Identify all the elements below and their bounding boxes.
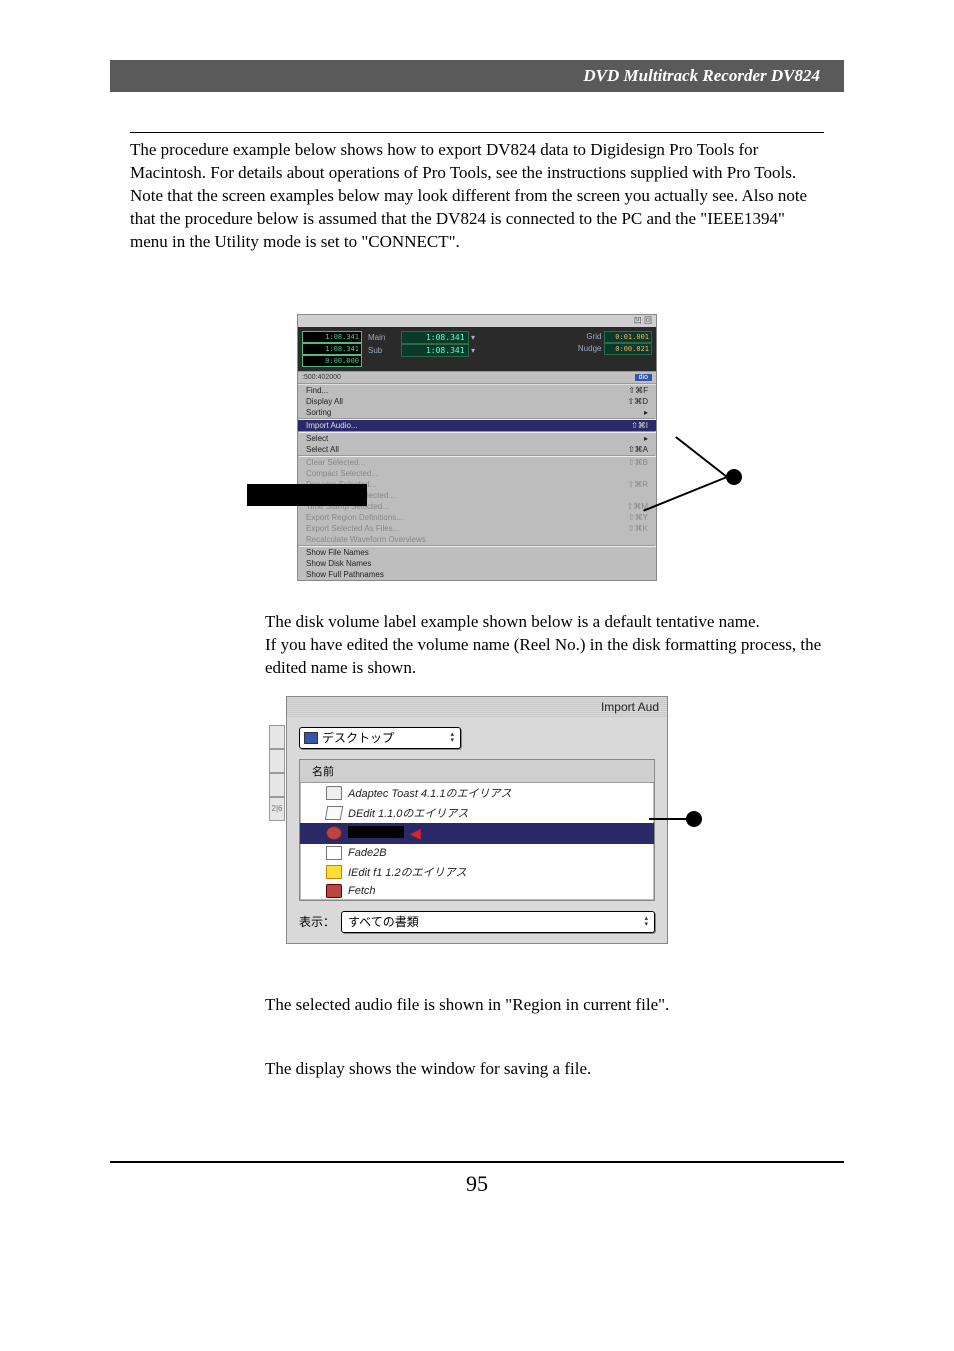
caption-2: The selected audio file is shown in "Reg… bbox=[265, 994, 824, 1017]
side-tabs: 2|6 bbox=[269, 725, 285, 821]
doc-icon bbox=[326, 846, 342, 860]
intro-paragraph: The procedure example below shows how to… bbox=[130, 139, 824, 254]
folder-icon bbox=[326, 786, 342, 800]
sub-label: Sub bbox=[368, 346, 398, 355]
menu-item[interactable]: Show Full Pathnames bbox=[298, 569, 656, 580]
list-item[interactable]: IEdit f1 1.2のエイリアス bbox=[300, 862, 654, 882]
nudge-label: Nudge bbox=[569, 344, 601, 353]
list-item[interactable]: Adaptec Toast 4.1.1のエイリアス bbox=[300, 783, 654, 803]
list-item-label: Adaptec Toast 4.1.1のエイリアス bbox=[348, 785, 511, 801]
menu-item: Compact Selected... bbox=[298, 468, 656, 479]
audio-regions-menu[interactable]: Find...⇧⌘FDisplay All⇧⌘DSorting▸ Import A… bbox=[298, 384, 656, 580]
dialog-title: Import Aud bbox=[287, 697, 667, 717]
updown-icon: ▴ ▾ bbox=[644, 916, 648, 928]
menu-item[interactable]: Show File Names bbox=[298, 547, 656, 558]
side-tab bbox=[269, 773, 285, 797]
location-value: デスクトップ bbox=[322, 729, 394, 746]
footer-rule bbox=[110, 1161, 844, 1163]
menu-item: Export Selected As Files...⇧⌘K bbox=[298, 523, 656, 534]
bedit-icon bbox=[326, 865, 342, 879]
list-item[interactable]: ▷◀ bbox=[300, 823, 654, 844]
callout-line bbox=[675, 436, 727, 478]
caption-3: The display shows the window for saving … bbox=[265, 1058, 824, 1081]
list-item[interactable]: DEdit 1.1.0のエイリアス bbox=[300, 803, 654, 823]
disk-icon bbox=[326, 826, 342, 840]
show-filter-popup[interactable]: すべての書類 ▴ ▾ bbox=[341, 911, 655, 933]
show-label: 表示： bbox=[299, 913, 335, 930]
callout-dot bbox=[726, 469, 742, 485]
side-tab: 2|6 bbox=[269, 797, 285, 821]
list-item-label: IEdit f1 1.2のエイリアス bbox=[348, 864, 467, 880]
side-tab bbox=[269, 749, 285, 773]
menu-item[interactable]: Find...⇧⌘F bbox=[298, 385, 656, 396]
callout-line bbox=[649, 818, 687, 820]
updown-icon bbox=[450, 732, 454, 744]
menu-item[interactable]: Display All⇧⌘D bbox=[298, 396, 656, 407]
grid-value: 0:01.001 bbox=[604, 331, 652, 343]
side-tab bbox=[269, 725, 285, 749]
protools-screenshot: 凹 回 1:08.341 1:08.341 0:00.000 Main 1:08… bbox=[297, 314, 657, 581]
sub-counter: 1:08.341 bbox=[401, 344, 469, 357]
desktop-icon bbox=[304, 732, 318, 744]
menu-item[interactable]: Sorting▸ bbox=[298, 407, 656, 418]
location-popup[interactable]: デスクトップ bbox=[299, 727, 461, 749]
rule-top bbox=[130, 132, 824, 133]
pointer-arrow-icon: ◀ bbox=[404, 825, 421, 841]
list-item-label: Fade2B bbox=[348, 847, 387, 859]
menu-item: Recalculate Waveform Overviews bbox=[298, 534, 656, 545]
track-header: dio bbox=[635, 374, 652, 381]
dog-icon bbox=[326, 884, 342, 898]
redaction-bar bbox=[348, 826, 404, 838]
menu-item: Clear Selected...⇧⌘B bbox=[298, 457, 656, 468]
import-audio-dialog: 2|6 Import Aud デスクトップ 名前 Adaptec Toast 4… bbox=[286, 696, 668, 944]
menu-item: Export Region Definitions...⇧⌘Y bbox=[298, 512, 656, 523]
redaction-bar bbox=[247, 484, 367, 506]
menu-item[interactable]: Show Disk Names bbox=[298, 558, 656, 569]
window-controls: 凹 回 bbox=[298, 315, 656, 327]
show-filter-value: すべての書類 bbox=[348, 913, 419, 930]
menu-item[interactable]: Select▸ bbox=[298, 433, 656, 444]
app-icon bbox=[325, 806, 343, 820]
ruler: :50 0:40 2000 dio bbox=[298, 371, 656, 384]
list-item-label: Fetch bbox=[348, 885, 376, 897]
column-header-name: 名前 bbox=[300, 760, 654, 783]
list-item-label: ◀ bbox=[348, 825, 421, 842]
file-list[interactable]: 名前 Adaptec Toast 4.1.1のエイリアス DEdit 1.1.0の… bbox=[299, 759, 655, 901]
nudge-value: 0:00.021 bbox=[604, 343, 652, 355]
disclosure-icon[interactable]: ▷ bbox=[310, 828, 320, 839]
main-counter: 1:08.341 bbox=[401, 331, 469, 344]
callout-dot bbox=[686, 811, 702, 827]
header-title: DVD Multitrack Recorder DV824 bbox=[110, 60, 844, 92]
list-item[interactable]: Fetch bbox=[300, 882, 654, 900]
list-item[interactable]: Fade2B bbox=[300, 844, 654, 862]
caption-1: The disk volume label example shown belo… bbox=[265, 611, 824, 680]
counter-readouts: 1:08.341 1:08.341 0:00.000 bbox=[302, 331, 362, 367]
grid-label: Grid bbox=[569, 332, 601, 341]
list-item-label: DEdit 1.1.0のエイリアス bbox=[348, 805, 468, 821]
menu-item[interactable]: Select All⇧⌘A bbox=[298, 444, 656, 455]
main-label: Main bbox=[368, 333, 398, 342]
page-number: 95 bbox=[0, 1171, 954, 1197]
menu-item[interactable]: Import Audio...⇧⌘I bbox=[298, 420, 656, 431]
